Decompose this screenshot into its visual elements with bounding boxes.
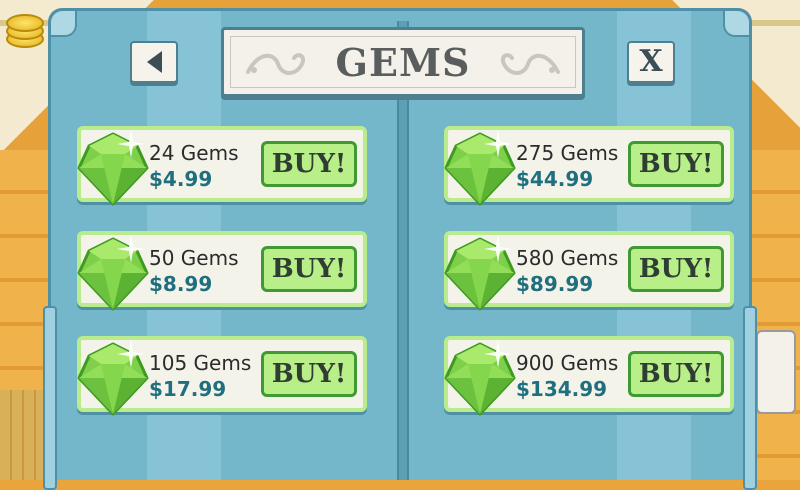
coin-stack-icon — [2, 4, 48, 50]
green-gem-icon — [440, 124, 520, 208]
gem-offer-card[interactable]: 105 Gems $17.99 BUY! — [77, 336, 367, 416]
buy-button[interactable]: BUY! — [628, 246, 724, 292]
buy-button[interactable]: BUY! — [261, 141, 357, 187]
green-gem-icon — [440, 334, 520, 418]
gem-offer-card[interactable]: 580 Gems $89.99 BUY! — [444, 231, 734, 311]
gem-price: $4.99 — [149, 167, 213, 191]
gem-offer-card[interactable]: 24 Gems $4.99 BUY! — [77, 126, 367, 206]
buy-button[interactable]: BUY! — [628, 351, 724, 397]
panel-side-right — [743, 306, 757, 490]
swirl-ornament-icon — [246, 53, 305, 75]
gem-price: $17.99 — [149, 377, 227, 401]
gem-amount: 275 Gems — [516, 141, 619, 165]
close-button[interactable]: X — [627, 41, 675, 83]
back-arrow-icon — [146, 51, 162, 73]
green-gem-icon — [73, 229, 153, 313]
gem-amount: 105 Gems — [149, 351, 252, 375]
close-icon: X — [639, 44, 663, 79]
green-gem-icon — [440, 229, 520, 313]
background-stove — [756, 330, 796, 414]
buy-button[interactable]: BUY! — [628, 141, 724, 187]
gem-offer-card[interactable]: 275 Gems $44.99 BUY! — [444, 126, 734, 206]
gem-amount: 900 Gems — [516, 351, 619, 375]
panel-side-left — [43, 306, 57, 490]
gem-offer-card[interactable]: 900 Gems $134.99 BUY! — [444, 336, 734, 416]
gem-price: $134.99 — [516, 377, 608, 401]
gem-price: $8.99 — [149, 272, 213, 296]
title-plate: GEMS — [221, 27, 585, 97]
swirl-ornament-icon — [501, 53, 560, 75]
background-wall-right — [752, 150, 800, 480]
gem-shop-panel: GEMS X 24 Gems $4.99 BUY! 275 Gems $44.99 BU… — [43, 8, 757, 490]
gem-price: $89.99 — [516, 272, 594, 296]
page-title: GEMS — [335, 39, 471, 85]
buy-button[interactable]: BUY! — [261, 246, 357, 292]
green-gem-icon — [73, 334, 153, 418]
gem-offer-card[interactable]: 50 Gems $8.99 BUY! — [77, 231, 367, 311]
gem-amount: 580 Gems — [516, 246, 619, 270]
back-button[interactable] — [130, 41, 178, 83]
gem-amount: 24 Gems — [149, 141, 239, 165]
gem-price: $44.99 — [516, 167, 594, 191]
gem-amount: 50 Gems — [149, 246, 239, 270]
green-gem-icon — [73, 124, 153, 208]
buy-button[interactable]: BUY! — [261, 351, 357, 397]
